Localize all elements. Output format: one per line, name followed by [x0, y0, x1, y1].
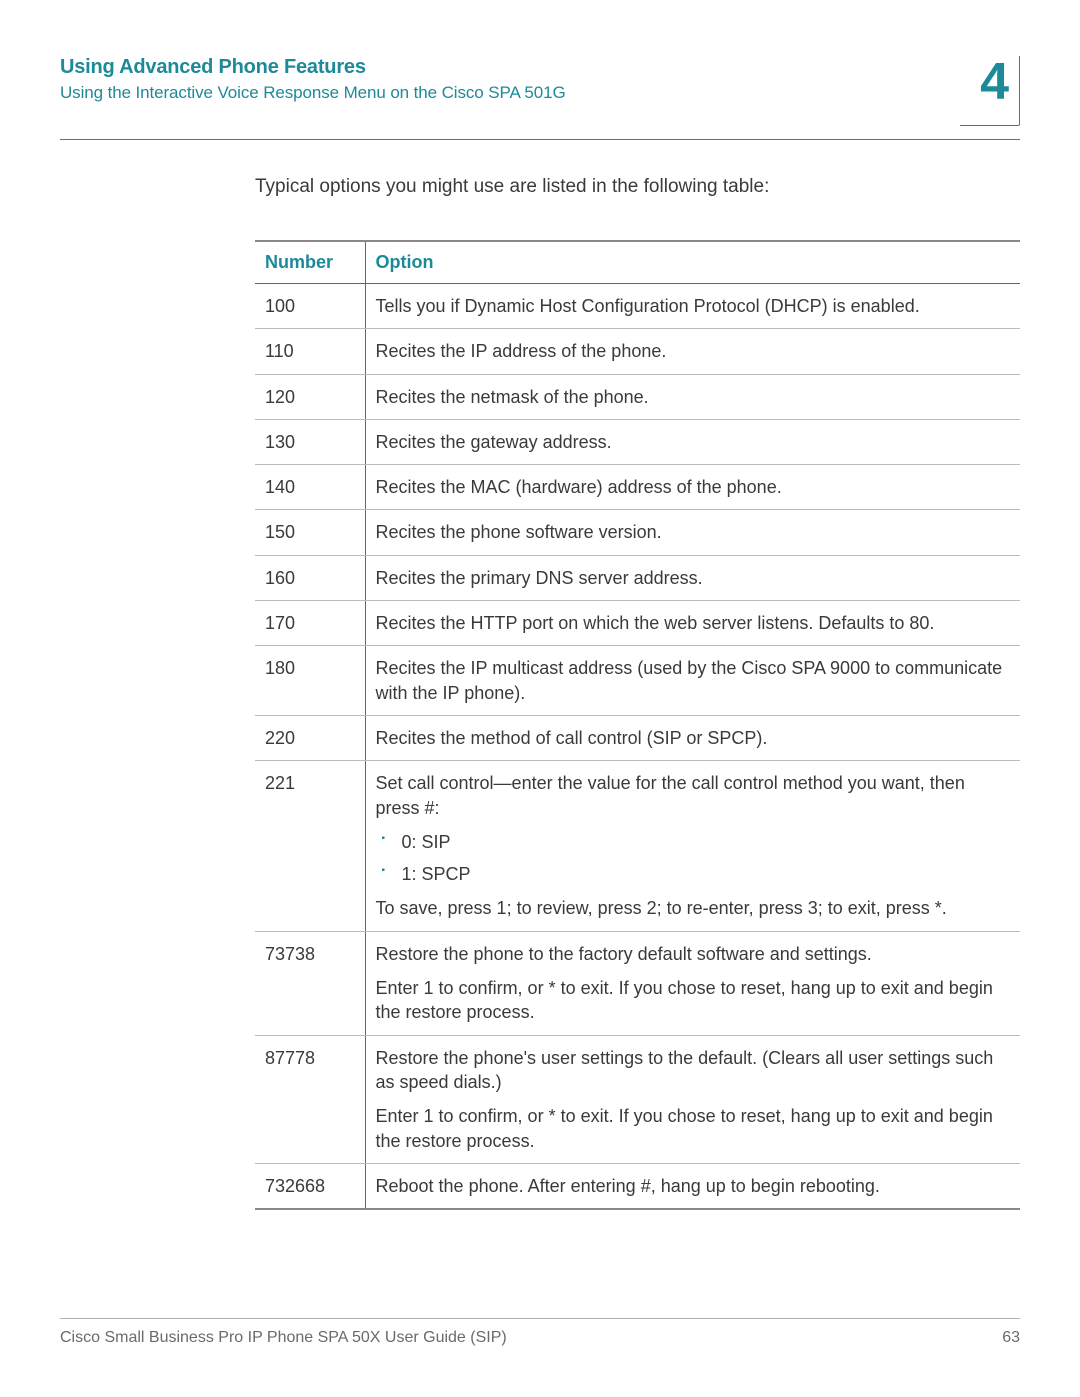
cell-option: Reboot the phone. After entering #, hang… — [365, 1163, 1020, 1209]
cell-number: 140 — [255, 465, 365, 510]
table-row: 150 Recites the phone software version. — [255, 510, 1020, 555]
list-item: 1: SPCP — [376, 862, 1007, 886]
cell-option: Restore the phone to the factory default… — [365, 931, 1020, 1035]
bullet-list: 0: SIP 1: SPCP — [376, 830, 1007, 887]
cell-option: Recites the primary DNS server address. — [365, 555, 1020, 600]
table-row: 140 Recites the MAC (hardware) address o… — [255, 465, 1020, 510]
options-table: Number Option 100 Tells you if Dynamic H… — [255, 240, 1020, 1210]
cell-option: Tells you if Dynamic Host Configuration … — [365, 284, 1020, 329]
page-header: Using Advanced Phone Features Using the … — [60, 56, 1020, 126]
table-row: 160 Recites the primary DNS server addre… — [255, 555, 1020, 600]
cell-paragraph: Set call control—enter the value for the… — [376, 771, 1007, 820]
cell-number: 221 — [255, 761, 365, 931]
table-row: 221 Set call control—enter the value for… — [255, 761, 1020, 931]
content-area: Typical options you might use are listed… — [255, 176, 1020, 1210]
chapter-title: Using Advanced Phone Features — [60, 56, 960, 79]
table-row: 100 Tells you if Dynamic Host Configurat… — [255, 284, 1020, 329]
table-row: 73738 Restore the phone to the factory d… — [255, 931, 1020, 1035]
cell-option: Recites the IP multicast address (used b… — [365, 646, 1020, 716]
cell-number: 87778 — [255, 1035, 365, 1163]
table-row: 120 Recites the netmask of the phone. — [255, 374, 1020, 419]
cell-paragraph: Enter 1 to confirm, or * to exit. If you… — [376, 976, 1007, 1025]
cell-paragraph: To save, press 1; to review, press 2; to… — [376, 896, 1007, 920]
cell-option: Recites the method of call control (SIP … — [365, 715, 1020, 760]
intro-text: Typical options you might use are listed… — [255, 176, 1020, 198]
footer-rule — [60, 1318, 1020, 1319]
table-row: 180 Recites the IP multicast address (us… — [255, 646, 1020, 716]
cell-number: 160 — [255, 555, 365, 600]
cell-paragraph: Enter 1 to confirm, or * to exit. If you… — [376, 1104, 1007, 1153]
footer-row: Cisco Small Business Pro IP Phone SPA 50… — [60, 1329, 1020, 1347]
cell-option: Restore the phone's user settings to the… — [365, 1035, 1020, 1163]
section-title: Using the Interactive Voice Response Men… — [60, 83, 960, 103]
table-row: 87778 Restore the phone's user settings … — [255, 1035, 1020, 1163]
cell-number: 732668 — [255, 1163, 365, 1209]
page: Using Advanced Phone Features Using the … — [0, 0, 1080, 1397]
table-header-row: Number Option — [255, 241, 1020, 284]
table-row: 220 Recites the method of call control (… — [255, 715, 1020, 760]
cell-number: 180 — [255, 646, 365, 716]
page-footer: Cisco Small Business Pro IP Phone SPA 50… — [60, 1318, 1020, 1347]
table-row: 170 Recites the HTTP port on which the w… — [255, 601, 1020, 646]
col-header-option: Option — [365, 241, 1020, 284]
cell-number: 120 — [255, 374, 365, 419]
table-row: 110 Recites the IP address of the phone. — [255, 329, 1020, 374]
cell-paragraph: Restore the phone's user settings to the… — [376, 1046, 1007, 1095]
table-row: 732668 Reboot the phone. After entering … — [255, 1163, 1020, 1209]
cell-number: 73738 — [255, 931, 365, 1035]
cell-option: Recites the IP address of the phone. — [365, 329, 1020, 374]
cell-number: 100 — [255, 284, 365, 329]
cell-option: Recites the gateway address. — [365, 419, 1020, 464]
footer-page-number: 63 — [1002, 1329, 1020, 1347]
cell-number: 170 — [255, 601, 365, 646]
footer-doc-title: Cisco Small Business Pro IP Phone SPA 50… — [60, 1329, 507, 1347]
cell-paragraph: Restore the phone to the factory default… — [376, 942, 1007, 966]
cell-option: Recites the MAC (hardware) address of th… — [365, 465, 1020, 510]
cell-option: Set call control—enter the value for the… — [365, 761, 1020, 931]
header-text: Using Advanced Phone Features Using the … — [60, 56, 960, 103]
cell-option: Recites the HTTP port on which the web s… — [365, 601, 1020, 646]
chapter-number-box: 4 — [960, 56, 1020, 126]
cell-number: 150 — [255, 510, 365, 555]
list-item: 0: SIP — [376, 830, 1007, 854]
table-row: 130 Recites the gateway address. — [255, 419, 1020, 464]
cell-number: 110 — [255, 329, 365, 374]
chapter-number: 4 — [960, 56, 1009, 108]
cell-number: 220 — [255, 715, 365, 760]
cell-option: Recites the phone software version. — [365, 510, 1020, 555]
cell-number: 130 — [255, 419, 365, 464]
cell-option: Recites the netmask of the phone. — [365, 374, 1020, 419]
col-header-number: Number — [255, 241, 365, 284]
header-rule — [60, 139, 1020, 140]
